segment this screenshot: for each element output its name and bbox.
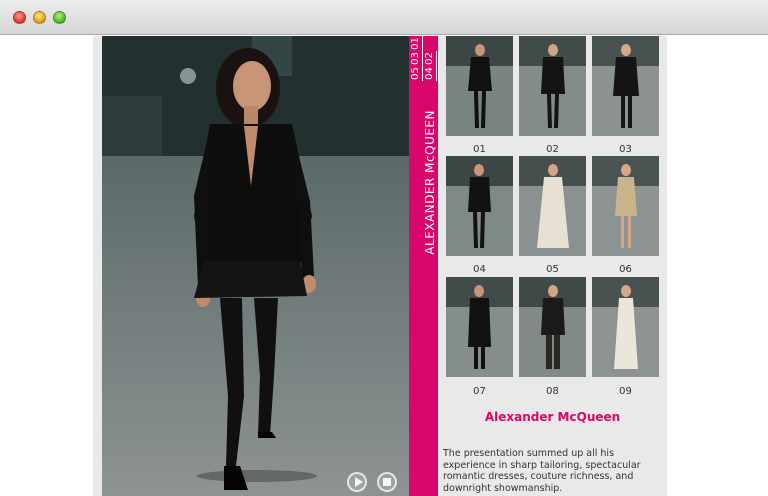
thumbnail-09[interactable] — [592, 277, 659, 377]
thumbnail-model — [446, 277, 513, 377]
thumbnail-label-07: 07 — [473, 386, 486, 397]
thumbnail-08[interactable] — [519, 277, 586, 377]
designer-name: Alexander McQueen — [484, 410, 621, 424]
thumbnail-model — [519, 156, 586, 256]
page-numbers: 05 04 03 02 01 — [409, 36, 438, 81]
thumbnail-model — [519, 277, 586, 377]
thumbnail-label-02: 02 — [546, 144, 559, 155]
thumbnail-label-09: 09 — [619, 386, 632, 397]
thumbnail-label-01: 01 — [473, 144, 486, 155]
close-window-button[interactable] — [13, 11, 26, 24]
thumbnail-02[interactable] — [519, 36, 586, 136]
title-bar — [0, 0, 768, 35]
page-link-03[interactable]: 03 — [409, 51, 423, 66]
minimize-window-button[interactable] — [33, 11, 46, 24]
designer-vertical-label: ALEXANDER McQUEEN — [423, 110, 437, 255]
main-runway-photo — [102, 36, 409, 496]
thumbnail-01[interactable] — [446, 36, 513, 136]
thumbnail-model — [592, 36, 659, 136]
stop-icon[interactable] — [377, 472, 397, 492]
thumbnail-label-08: 08 — [546, 386, 559, 397]
thumbnail-label-06: 06 — [619, 264, 632, 275]
designer-side-bar: ALEXANDER McQUEEN 05 04 03 02 01 — [409, 36, 438, 496]
browser-window: ALEXANDER McQUEEN 05 04 03 02 01 01 02 0… — [0, 0, 768, 496]
page-link-04[interactable]: 04 — [423, 66, 437, 81]
thumbnail-label-03: 03 — [619, 144, 632, 155]
thumbnail-model — [519, 36, 586, 136]
collection-description: The presentation summed up all his exper… — [443, 448, 641, 494]
runway-model-illustration — [102, 36, 409, 496]
page-link-01[interactable]: 01 — [409, 36, 423, 51]
thumbnail-model — [592, 277, 659, 377]
zoom-window-button[interactable] — [53, 11, 66, 24]
page-link-02[interactable]: 02 — [423, 51, 437, 66]
page-link-05[interactable]: 05 — [409, 66, 423, 81]
thumbnail-label-04: 04 — [473, 264, 486, 275]
thumbnail-05[interactable] — [519, 156, 586, 256]
thumbnail-panel: 01 02 03 04 05 06 07 08 09 Alexander McQ… — [438, 36, 667, 496]
fashion-gallery: ALEXANDER McQUEEN 05 04 03 02 01 01 02 0… — [93, 36, 667, 496]
thumbnail-07[interactable] — [446, 277, 513, 377]
play-icon[interactable] — [347, 472, 367, 492]
thumbnail-06[interactable] — [592, 156, 659, 256]
thumbnail-04[interactable] — [446, 156, 513, 256]
thumbnail-model — [446, 156, 513, 256]
thumbnail-label-05: 05 — [546, 264, 559, 275]
thumbnail-model — [446, 36, 513, 136]
thumbnail-03[interactable] — [592, 36, 659, 136]
thumbnail-model — [592, 156, 659, 256]
